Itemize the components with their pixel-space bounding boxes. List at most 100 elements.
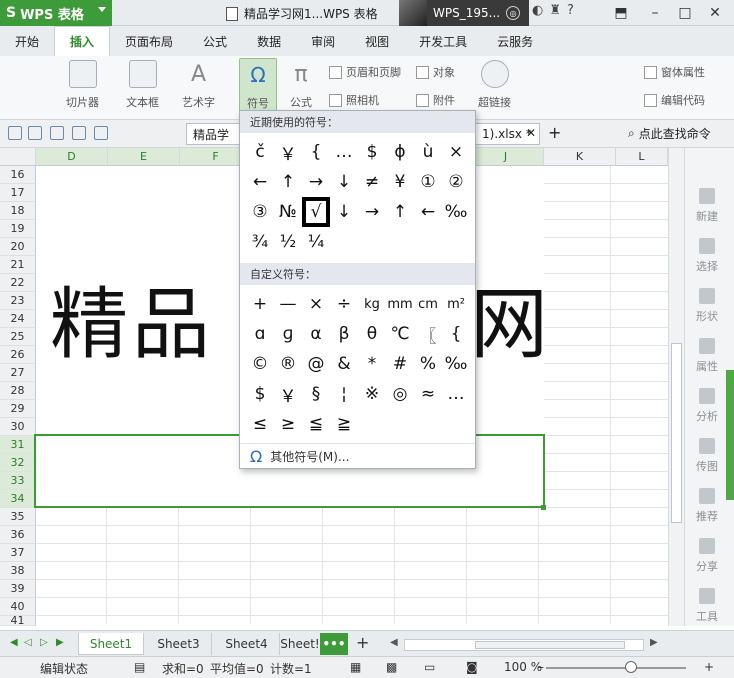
vertical-scrollbar[interactable]	[668, 148, 684, 626]
symbol-item[interactable]: ‰	[442, 197, 470, 227]
symbol-item[interactable]: §	[302, 379, 330, 409]
symbol-item[interactable]: ※	[358, 379, 386, 409]
col-header-k[interactable]: K	[544, 148, 616, 166]
col-header-d[interactable]: D	[36, 148, 108, 166]
side-recommend[interactable]: 推荐	[685, 488, 729, 524]
normal-view-icon[interactable]: ▦	[350, 660, 361, 674]
close-button[interactable]: ✕	[700, 0, 730, 26]
help-icon[interactable]: ?	[567, 3, 574, 18]
eye-protection-icon[interactable]: ◙	[466, 660, 478, 674]
symbol-item[interactable]: ¥	[386, 167, 414, 197]
symbol-item[interactable]: ≥	[274, 409, 302, 439]
row-header[interactable]: 19	[0, 220, 36, 238]
symbol-item[interactable]: m²	[442, 289, 470, 319]
row-header[interactable]: 36	[0, 526, 36, 544]
col-header-l[interactable]: L	[616, 148, 668, 166]
shirt-icon[interactable]: ♜	[549, 3, 561, 18]
skin-icon[interactable]: ◐	[532, 3, 543, 18]
attachment-button[interactable]: 附件	[416, 92, 455, 108]
zoom-out-button[interactable]: –	[538, 660, 544, 674]
header-footer-button[interactable]: 页眉和页脚	[329, 64, 401, 80]
save-icon[interactable]	[28, 126, 42, 140]
tab-review[interactable]: 审阅	[296, 26, 350, 56]
next-sheet-icon[interactable]: ▷	[40, 637, 48, 648]
textbox-button[interactable]: 文本框	[126, 60, 159, 110]
close-tab-icon[interactable]: ✕	[526, 126, 536, 140]
row-header[interactable]: 20	[0, 238, 36, 256]
side-tools[interactable]: 工具	[685, 588, 729, 624]
symbol-item[interactable]: α	[302, 319, 330, 349]
prev-sheet-icon[interactable]: ◁	[24, 637, 32, 648]
scroll-left-icon[interactable]: ◀	[390, 637, 398, 648]
symbol-item[interactable]: {	[302, 137, 330, 167]
zoom-slider[interactable]	[546, 667, 686, 669]
symbol-item[interactable]: +	[246, 289, 274, 319]
symbol-item[interactable]: #	[386, 349, 414, 379]
side-analysis[interactable]: 分析	[685, 388, 729, 424]
app-menu-button[interactable]: S WPS 表格	[0, 0, 112, 26]
zoom-in-button[interactable]: +	[704, 660, 714, 674]
form-properties-button[interactable]: 窗体属性	[644, 64, 705, 80]
symbol-item[interactable]: ϕ	[386, 137, 414, 167]
maximize-button[interactable]: □	[670, 0, 700, 26]
symbol-item[interactable]: ¼	[302, 227, 330, 257]
row-header[interactable]: 29	[0, 400, 36, 418]
symbol-button[interactable]: Ω 符号	[239, 58, 277, 114]
object-button[interactable]: 对象	[416, 64, 455, 80]
symbol-item[interactable]: &	[330, 349, 358, 379]
fill-handle[interactable]	[541, 505, 546, 510]
horizontal-scrollbar[interactable]	[404, 639, 644, 651]
user-account[interactable]: WPS_195... ◎	[399, 0, 529, 26]
symbol-item[interactable]: —	[274, 289, 302, 319]
symbol-item[interactable]: ←	[414, 197, 442, 227]
symbol-item[interactable]: ◎	[386, 379, 414, 409]
symbol-item[interactable]: č	[246, 137, 274, 167]
symbol-item[interactable]: ￥	[274, 137, 302, 167]
find-command[interactable]: ⌕ 点此查找命令	[628, 125, 711, 142]
new-tab-icon[interactable]: +	[548, 123, 561, 142]
row-header[interactable]: 21	[0, 256, 36, 274]
symbol-item[interactable]: ￥	[274, 379, 302, 409]
symbol-item[interactable]: ≈	[414, 379, 442, 409]
row-header[interactable]: 26	[0, 346, 36, 364]
sheet-tab-sheet3[interactable]: Sheet3	[146, 633, 212, 655]
camera-button[interactable]: 照相机	[329, 92, 379, 108]
symbol-item[interactable]: ℃	[386, 319, 414, 349]
row-header[interactable]: 25	[0, 328, 36, 346]
hyperlink-button[interactable]: 超链接	[478, 60, 511, 110]
symbol-item[interactable]: ②	[442, 167, 470, 197]
symbol-item[interactable]: ù	[414, 137, 442, 167]
side-select[interactable]: 选择	[685, 238, 729, 274]
symbol-item[interactable]: %	[414, 349, 442, 379]
scrollbar-thumb[interactable]	[671, 343, 682, 523]
row-header[interactable]: 35	[0, 508, 36, 526]
page-break-view-icon[interactable]: ▩	[386, 660, 397, 674]
last-sheet-icon[interactable]: ▶	[56, 637, 64, 648]
side-share[interactable]: 分享	[685, 538, 729, 574]
symbol-item[interactable]: ɑ	[246, 319, 274, 349]
tab-view[interactable]: 视图	[350, 26, 404, 56]
symbol-item[interactable]: ɡ	[274, 319, 302, 349]
col-header-e[interactable]: E	[108, 148, 180, 166]
add-sheet-icon[interactable]: +	[356, 633, 369, 652]
row-header[interactable]: 22	[0, 274, 36, 292]
symbol-item[interactable]: 〖	[414, 319, 442, 349]
row-header[interactable]: 31	[0, 436, 36, 454]
row-header[interactable]: 27	[0, 364, 36, 382]
pdf-icon[interactable]	[50, 126, 64, 140]
tab-developer[interactable]: 开发工具	[404, 26, 482, 56]
symbol-item[interactable]: ≧	[330, 409, 358, 439]
symbol-item[interactable]: ½	[274, 227, 302, 257]
minimize-button[interactable]: –	[640, 0, 670, 26]
symbol-item[interactable]: №	[274, 197, 302, 227]
symbol-item[interactable]: ←	[246, 167, 274, 197]
col-header-j[interactable]: J	[468, 148, 544, 166]
symbol-item[interactable]: ≦	[302, 409, 330, 439]
sheet-tab-sheet4[interactable]: Sheet4	[214, 633, 280, 655]
more-sheets-button[interactable]: •••	[320, 633, 348, 655]
open-icon[interactable]	[8, 126, 22, 140]
symbol-item[interactable]: ①	[414, 167, 442, 197]
edit-code-button[interactable]: 编辑代码	[644, 92, 705, 108]
wordart-button[interactable]: A 艺术字	[182, 60, 215, 110]
side-shape[interactable]: 形状	[685, 288, 729, 324]
